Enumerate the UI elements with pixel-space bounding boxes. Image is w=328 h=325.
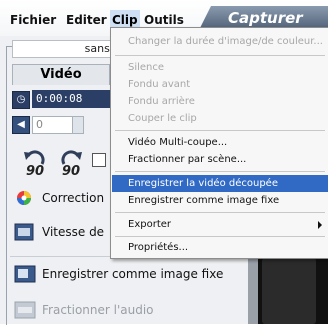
- save-still-label: Enregistrer comme image fixe: [42, 267, 224, 281]
- menu-item-cut-clip[interactable]: Couper le clip: [112, 110, 328, 127]
- menu-separator: [115, 171, 325, 172]
- menu-item-properties[interactable]: Propriétés...: [112, 239, 328, 256]
- color-wheel-icon: [17, 191, 31, 205]
- menu-separator: [115, 55, 325, 56]
- rotate-right-degree: 90: [62, 164, 81, 179]
- film-strip-thumbnail: [262, 258, 316, 324]
- menu-separator: [115, 212, 325, 213]
- clip-menu: Changer la durée d'image/de couleur... S…: [110, 27, 328, 259]
- split-audio-icon: [14, 301, 36, 319]
- menu-item-label: Silence: [128, 62, 165, 73]
- menu-item-label: Changer la durée d'image/de couleur...: [128, 36, 323, 47]
- menu-fichier[interactable]: Fichier: [8, 10, 58, 30]
- menu-item-change-duration[interactable]: Changer la durée d'image/de couleur...: [112, 33, 328, 50]
- submenu-arrow-icon: [318, 221, 322, 229]
- option-checkbox[interactable]: [92, 153, 106, 167]
- menu-item-label: Fractionner par scène...: [128, 154, 247, 165]
- menu-item-fade-out[interactable]: Fondu arrière: [112, 93, 328, 110]
- volume-input[interactable]: 0: [32, 116, 73, 134]
- menu-editer[interactable]: Editer: [64, 10, 109, 30]
- menu-item-label: Couper le clip: [128, 113, 197, 124]
- rotate-right-button[interactable]: 90: [58, 150, 84, 180]
- menu-item-fade-in[interactable]: Fondu avant: [112, 76, 328, 93]
- duration-timecode[interactable]: 0:00:08: [32, 90, 114, 108]
- tab-video[interactable]: Vidéo: [12, 64, 110, 85]
- menu-item-label: Enregistrer comme image fixe: [128, 195, 280, 206]
- volume-speaker-icon[interactable]: ◀: [12, 116, 30, 134]
- menu-item-split-by-scene[interactable]: Fractionner par scène...: [112, 151, 328, 168]
- menu-item-label: Vidéo Multi-coupe...: [128, 137, 228, 148]
- menu-item-export[interactable]: Exporter: [112, 216, 328, 233]
- menu-item-save-still-image[interactable]: Enregistrer comme image fixe: [112, 192, 328, 209]
- color-correction-label: Correction: [42, 191, 105, 205]
- tab-capturer-label: Capturer: [228, 9, 303, 27]
- menu-item-label: Fondu avant: [128, 79, 191, 90]
- save-still-icon: [14, 265, 36, 283]
- speed-icon: [14, 223, 34, 241]
- menu-item-label: Propriétés...: [128, 242, 189, 253]
- speed-label: Vitesse de: [42, 225, 105, 239]
- split-audio-label: Fractionner l'audio: [42, 303, 154, 317]
- menu-item-save-trimmed-video[interactable]: Enregistrer la vidéo découpée: [112, 175, 328, 192]
- menu-item-silence[interactable]: Silence: [112, 59, 328, 76]
- rotate-left-button[interactable]: 90: [22, 150, 48, 180]
- menu-item-multi-trim[interactable]: Vidéo Multi-coupe...: [112, 134, 328, 151]
- menu-separator: [115, 236, 325, 237]
- menu-item-label: Enregistrer la vidéo découpée: [128, 178, 278, 189]
- duration-clock-icon[interactable]: ◷: [12, 91, 30, 109]
- menu-item-label: Fondu arrière: [128, 96, 195, 107]
- rotate-left-degree: 90: [26, 164, 45, 179]
- menu-separator: [115, 130, 325, 131]
- menu-item-label: Exporter: [128, 219, 171, 230]
- volume-spinner[interactable]: [72, 116, 84, 134]
